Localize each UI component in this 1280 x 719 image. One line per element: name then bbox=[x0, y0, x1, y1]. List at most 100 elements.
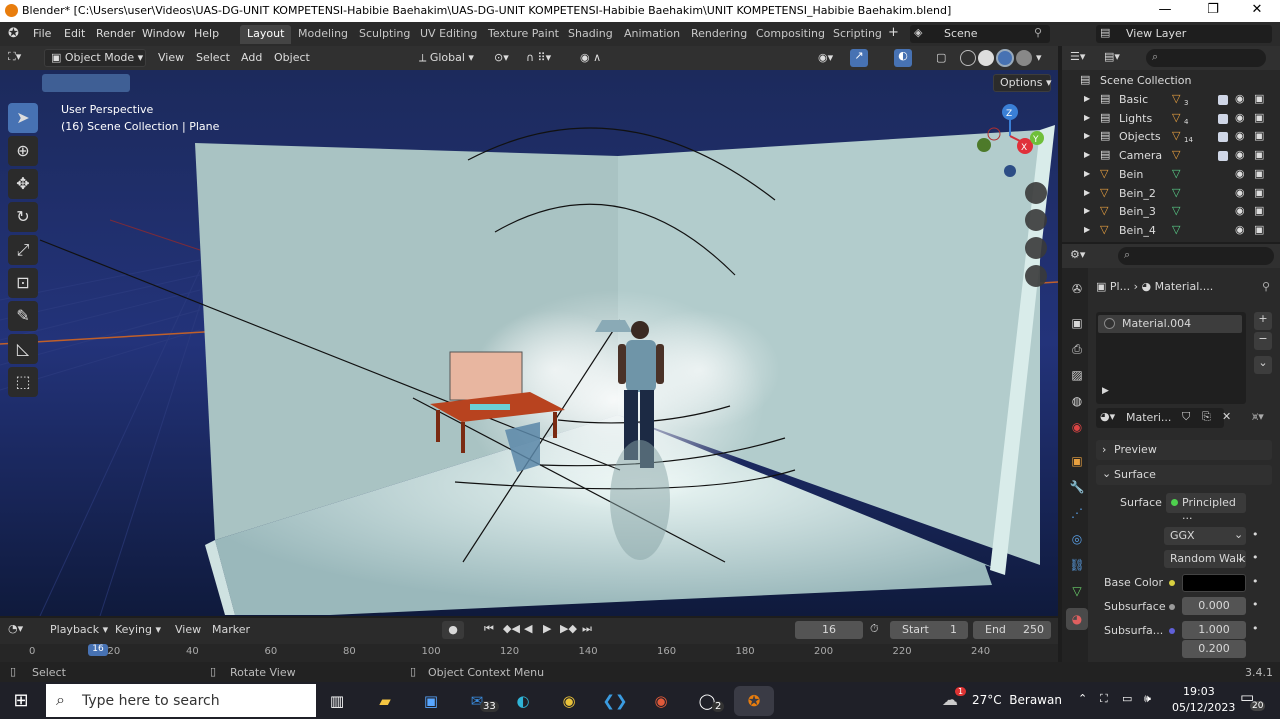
properties-search-input[interactable]: ⌕ bbox=[1118, 247, 1274, 265]
menu-view[interactable]: View bbox=[158, 51, 184, 64]
edge-icon[interactable]: ◐ bbox=[508, 686, 538, 716]
shading-options-icon[interactable]: ▾ bbox=[1036, 51, 1042, 64]
world-tab-icon[interactable]: ◉ bbox=[1066, 416, 1088, 438]
tool-tab-icon[interactable]: ✇ bbox=[1066, 278, 1088, 300]
preview-panel-header[interactable]: › Preview bbox=[1096, 440, 1272, 460]
windows-start-icon[interactable]: ⊞ bbox=[6, 686, 36, 716]
camera-icon[interactable]: ▣ bbox=[1254, 204, 1264, 217]
exclude-checkbox[interactable] bbox=[1218, 113, 1228, 124]
menu-window[interactable]: Window bbox=[142, 27, 185, 40]
surface-shader-field[interactable]: Principled ... bbox=[1166, 493, 1246, 522]
transform-tool-icon[interactable]: ⊡ bbox=[8, 268, 38, 298]
scene-selector[interactable]: ◈ Scene ⚲ bbox=[910, 25, 1050, 43]
outliner-item[interactable]: ▶ ▽ Bein_2 ▽ ◉ ▣ bbox=[1062, 185, 1280, 204]
shading-solid-icon[interactable] bbox=[978, 50, 994, 66]
camera-icon[interactable]: ▣ bbox=[1254, 111, 1264, 124]
modifier-tab-icon[interactable]: 🔧 bbox=[1066, 476, 1088, 498]
tab-rendering[interactable]: Rendering bbox=[684, 25, 754, 44]
tab-sculpting[interactable]: Sculpting bbox=[352, 25, 417, 44]
transform-orientation-dropdown[interactable]: ⟂ Global ▾ bbox=[412, 49, 486, 67]
unlink-icon[interactable]: ✕ bbox=[1222, 410, 1231, 423]
proportional-edit-icon[interactable]: ◉ ∧ bbox=[580, 51, 601, 64]
play-icon[interactable]: ▶ bbox=[543, 622, 551, 635]
expand-arrow-icon[interactable]: ▶ bbox=[1102, 386, 1109, 396]
duplicate-icon[interactable]: ⎘ bbox=[1202, 410, 1211, 424]
blender-menu-icon[interactable]: ✪ bbox=[8, 26, 19, 41]
expand-arrow-icon[interactable]: ▶ bbox=[1084, 169, 1090, 178]
minimize-button[interactable]: — bbox=[1142, 0, 1188, 22]
clock-time[interactable]: 19:03 bbox=[1183, 685, 1215, 698]
chrome-profile-icon[interactable]: ◉ bbox=[646, 686, 676, 716]
play-reverse-icon[interactable]: ◀ bbox=[524, 622, 532, 635]
tab-scripting[interactable]: Scripting bbox=[826, 25, 889, 44]
eye-icon[interactable]: ◉ bbox=[1235, 167, 1245, 180]
expand-arrow-icon[interactable]: ▶ bbox=[1084, 206, 1090, 215]
chrome-icon[interactable]: ◉ bbox=[554, 686, 584, 716]
base-color-swatch[interactable] bbox=[1182, 574, 1246, 592]
camera-icon[interactable]: ▣ bbox=[1254, 186, 1264, 199]
shading-rendered-icon[interactable] bbox=[1016, 50, 1032, 66]
timeline-editor-icon[interactable]: ◔▾ bbox=[8, 622, 23, 635]
remove-slot-button[interactable]: − bbox=[1254, 332, 1272, 350]
scale-tool-icon[interactable]: ⤢ bbox=[8, 235, 38, 265]
eye-icon[interactable]: ◉ bbox=[1235, 204, 1245, 217]
material-browse-icon[interactable]: ◕▾ bbox=[1100, 410, 1115, 423]
ortho-grid-icon[interactable] bbox=[1025, 265, 1047, 287]
tab-shading[interactable]: Shading bbox=[561, 25, 620, 44]
slot-menu-button[interactable]: ⌄ bbox=[1254, 356, 1272, 374]
exclude-checkbox[interactable] bbox=[1218, 132, 1228, 143]
file-explorer-icon[interactable]: ▰ bbox=[370, 686, 400, 716]
outliner-item[interactable]: ▶ ▤ Basic ▽ 3 ◉ ▣ bbox=[1062, 91, 1280, 110]
annotate-tool-icon[interactable]: ✎ bbox=[8, 301, 38, 331]
tab-layout[interactable]: Layout bbox=[240, 25, 292, 44]
editor-type-icon[interactable]: ⛶▾ bbox=[8, 50, 21, 64]
menu-keying[interactable]: Keying ▾ bbox=[115, 623, 161, 636]
mode-dropdown[interactable]: ▣ Object Mode ▾ bbox=[44, 49, 146, 67]
current-frame-field[interactable]: 16 bbox=[795, 621, 863, 639]
stopwatch-icon[interactable]: ⏱ bbox=[870, 622, 879, 636]
vscode-icon[interactable]: ❮❯ bbox=[600, 686, 630, 716]
menu-file[interactable]: File bbox=[33, 27, 51, 40]
jump-key-forward-icon[interactable]: ▶◆ bbox=[560, 622, 577, 635]
expand-arrow-icon[interactable]: ▶ bbox=[1084, 188, 1090, 197]
exclude-checkbox[interactable] bbox=[1218, 151, 1228, 162]
eye-icon[interactable]: ◉ bbox=[1235, 148, 1245, 161]
camera-icon[interactable]: ▣ bbox=[1254, 148, 1264, 161]
view-layer-selector[interactable]: ▤ View Layer bbox=[1096, 25, 1272, 43]
output-tab-icon[interactable]: ⎙ bbox=[1066, 338, 1088, 360]
constraints-tab-icon[interactable]: ⛓ bbox=[1066, 554, 1088, 576]
node-link-icon[interactable]: ⩙▾ bbox=[1252, 410, 1264, 424]
radius-field-1[interactable]: 1.000 bbox=[1182, 621, 1246, 639]
scene-tab-icon[interactable]: ◍ bbox=[1066, 390, 1088, 412]
pan-hand-icon[interactable] bbox=[1025, 209, 1047, 231]
surface-panel-header[interactable]: ⌄ Surface bbox=[1096, 465, 1272, 485]
expand-arrow-icon[interactable]: ▶ bbox=[1084, 131, 1090, 140]
xray-icon[interactable]: ▢ bbox=[936, 51, 946, 64]
tray-meet-icon[interactable]: ⛶ bbox=[1100, 692, 1108, 706]
menu-object[interactable]: Object bbox=[274, 51, 310, 64]
move-tool-icon[interactable]: ✥ bbox=[8, 169, 38, 199]
outliner-item[interactable]: ▶ ▤ Camera ▽ ◉ ▣ bbox=[1062, 147, 1280, 166]
material-slot-list[interactable]: Material.004 ▶ bbox=[1096, 312, 1246, 404]
shading-material-icon[interactable] bbox=[996, 49, 1014, 67]
blender-taskbar-icon[interactable]: ✪ bbox=[734, 686, 774, 716]
material-tab-icon[interactable]: ◕ bbox=[1066, 608, 1088, 630]
clock-date[interactable]: 05/12/2023 bbox=[1172, 701, 1235, 714]
jump-start-icon[interactable]: ⏮ bbox=[484, 622, 494, 636]
pivot-icon[interactable]: ⊙▾ bbox=[494, 51, 509, 64]
eye-icon[interactable]: ◉ bbox=[1235, 111, 1245, 124]
select-box-tool-icon[interactable]: ➤ bbox=[8, 103, 38, 133]
view-layer-tab-icon[interactable]: ▨ bbox=[1066, 364, 1088, 386]
menu-add[interactable]: Add bbox=[241, 51, 262, 64]
gizmo-toggle-icon[interactable]: ↗ bbox=[850, 49, 868, 67]
cursor-tool-icon[interactable]: ⊕ bbox=[8, 136, 38, 166]
menu-timeline-view[interactable]: View bbox=[175, 623, 201, 636]
outliner-item[interactable]: ▶ ▽ Bein_3 ▽ ◉ ▣ bbox=[1062, 203, 1280, 222]
shading-wireframe-icon[interactable] bbox=[960, 50, 976, 66]
menu-select[interactable]: Select bbox=[196, 51, 230, 64]
subsurface-method-dropdown[interactable]: Random Walk ⌄ bbox=[1164, 550, 1246, 568]
menu-help[interactable]: Help bbox=[194, 27, 219, 40]
add-workspace-button[interactable]: + bbox=[888, 25, 899, 40]
eye-icon[interactable]: ◉ bbox=[1235, 186, 1245, 199]
outliner-item[interactable]: ▶ ▤ Lights ▽ 4 ◉ ▣ bbox=[1062, 110, 1280, 129]
